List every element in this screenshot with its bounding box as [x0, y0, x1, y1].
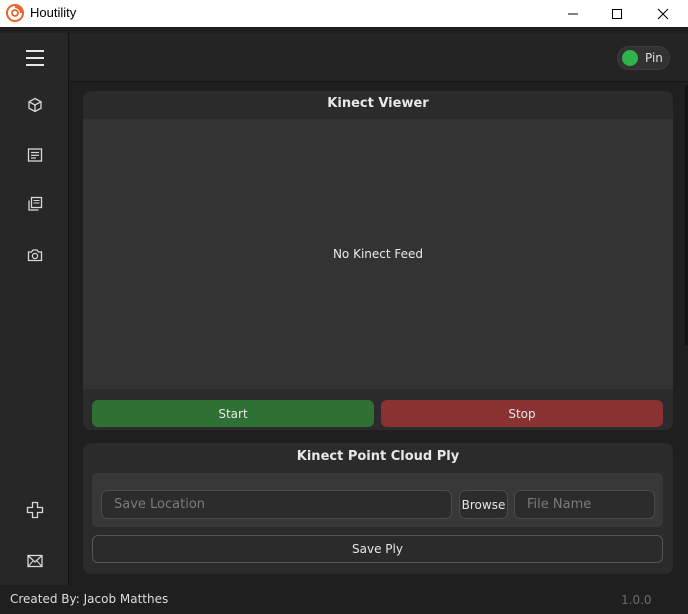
sidebar-item-mail[interactable] [0, 541, 69, 581]
credit-text: Created By: Jacob Matthes [10, 592, 169, 606]
hamburger-menu-icon [25, 50, 44, 66]
pin-toggle[interactable]: Pin [617, 46, 670, 70]
sidebar-menu-button[interactable] [0, 38, 69, 78]
document-list-icon [27, 148, 42, 162]
plus-outline-icon [26, 501, 43, 519]
browse-button[interactable]: Browse [459, 490, 508, 519]
sidebar-item-model[interactable] [0, 85, 69, 125]
start-button[interactable]: Start [92, 400, 374, 427]
stop-button[interactable]: Stop [381, 400, 663, 427]
minimize-button[interactable] [550, 0, 596, 27]
pin-toggle-indicator [622, 50, 638, 66]
sidebar-item-copy[interactable] [0, 184, 69, 224]
kinect-viewer-panel: Kinect Viewer No Kinect Feed Start Stop [83, 91, 673, 430]
save-location-input[interactable]: Save Location [101, 490, 452, 519]
close-button[interactable] [640, 0, 686, 27]
sidebar-item-camera[interactable] [0, 235, 69, 275]
kinect-feed-view: No Kinect Feed [83, 119, 673, 389]
copy-pages-icon [27, 196, 42, 211]
window-titlebar: Houtility [0, 0, 688, 27]
close-icon [657, 8, 669, 19]
ply-fields-row: Save Location Browse File Name [92, 473, 663, 527]
kinect-feed-status: No Kinect Feed [332, 247, 424, 261]
app-logo-icon [6, 4, 24, 22]
sidebar [0, 33, 69, 585]
save-ply-button[interactable]: Save Ply [92, 535, 663, 563]
top-bar: Pin [70, 33, 688, 82]
window-title: Houtility [30, 5, 77, 20]
minimize-icon [568, 13, 578, 14]
maximize-button[interactable] [594, 0, 640, 27]
camera-icon [27, 249, 42, 262]
maximize-icon [612, 8, 622, 19]
point-cloud-ply-panel: Kinect Point Cloud Ply Save Location Bro… [83, 443, 673, 574]
version-text: 1.0.0 [621, 593, 652, 607]
sidebar-item-document[interactable] [0, 135, 69, 175]
mail-icon [26, 554, 43, 568]
cube-icon [27, 97, 42, 113]
file-name-input[interactable]: File Name [514, 490, 655, 519]
point-cloud-ply-title: Kinect Point Cloud Ply [296, 449, 460, 464]
pin-label: Pin [645, 51, 663, 65]
kinect-viewer-title: Kinect Viewer [327, 96, 429, 111]
sidebar-item-add[interactable] [0, 490, 69, 530]
